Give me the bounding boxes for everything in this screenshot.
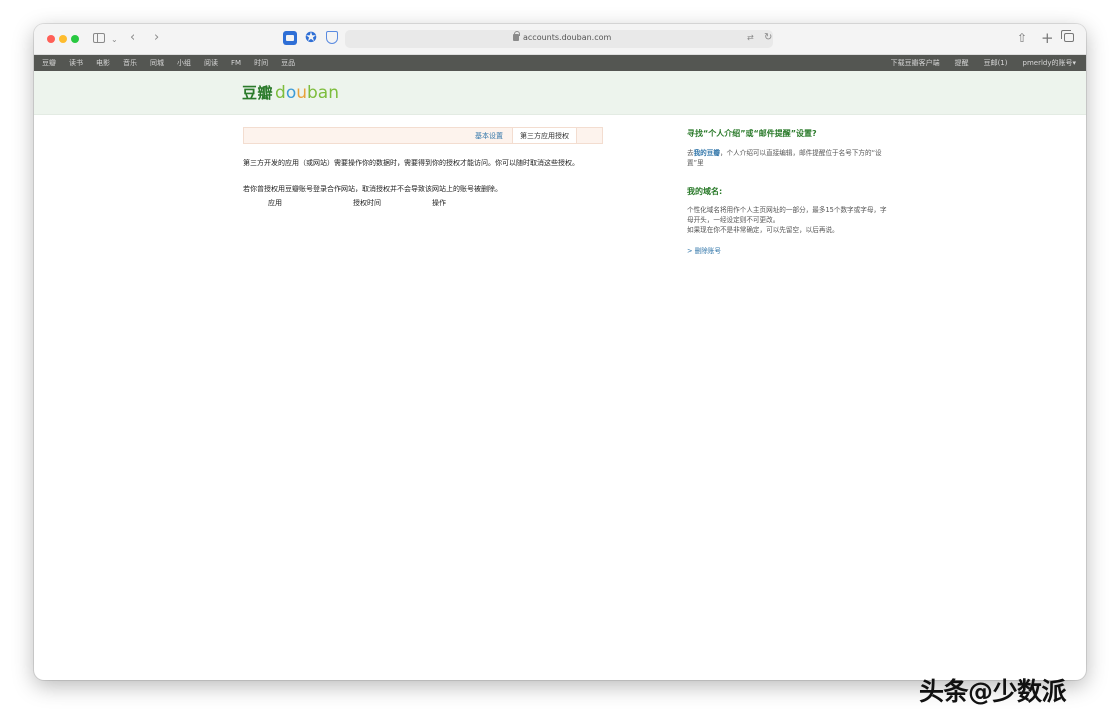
tab-basic-settings[interactable]: 基本设置 xyxy=(475,131,503,141)
sidebar-title-domain: 我的域名: xyxy=(687,187,723,196)
address-bar[interactable]: accounts.douban.com ⇄ ↻ xyxy=(345,30,773,48)
douban-logo[interactable]: 豆瓣 douban xyxy=(242,82,339,103)
sidebar-toggle-icon[interactable] xyxy=(93,33,105,43)
shield-icon[interactable] xyxy=(326,31,338,44)
extension-icon[interactable]: ✪ xyxy=(304,31,318,45)
zoom-window-button[interactable] xyxy=(71,35,79,43)
delete-account-link[interactable]: > 删除账号 xyxy=(687,245,721,255)
site-header: 豆瓣 douban xyxy=(34,71,1086,115)
auth-description: 第三方开发的应用（或网站）需要操作你的数据时，需要得到你的授权才能访问。你可以随… xyxy=(243,159,579,167)
chevron-down-icon[interactable]: ⌄ xyxy=(111,34,118,45)
global-nav: 豆瓣 读书 电影 音乐 同城 小组 阅读 FM 时间 豆品 下载豆瓣客户端 提醒 豆邮(1) pmerl… xyxy=(34,55,1086,71)
minimize-window-button[interactable] xyxy=(59,35,67,43)
column-header-time: 授权时间 xyxy=(353,199,381,207)
close-window-button[interactable] xyxy=(47,35,55,43)
new-tab-icon[interactable]: + xyxy=(1041,29,1054,47)
forward-arrow-icon[interactable]: › xyxy=(154,31,159,44)
translate-icon[interactable]: ⇄ xyxy=(747,33,754,42)
tab-third-party-apps[interactable]: 第三方应用授权 xyxy=(512,128,577,143)
auth-note: 若你曾授权用豆瓣账号登录合作网站，取消授权并不会导致该网站上的账号被删除。 xyxy=(243,185,502,193)
global-nav-right-item[interactable]: 豆邮(1) xyxy=(984,58,1008,68)
logo-en: douban xyxy=(275,83,339,103)
global-nav-item[interactable]: 音乐 xyxy=(123,58,137,68)
tab-overview-icon[interactable] xyxy=(1061,30,1074,42)
browser-toolbar: ⌄ ‹ › ✪ accounts.douban.com ⇄ ↻ ⇧ + xyxy=(34,24,1086,55)
global-nav-item[interactable]: 电影 xyxy=(96,58,110,68)
global-nav-item[interactable]: 读书 xyxy=(69,58,83,68)
sidebar-domain-text: 个性化域名将用作个人主页网址的一部分，最多15个数字或字母，字母开头，一经设定则… xyxy=(687,206,887,234)
my-douban-link[interactable]: 我的豆瓣 xyxy=(694,149,720,157)
column-header-app: 应用 xyxy=(268,199,282,207)
browser-window: ⌄ ‹ › ✪ accounts.douban.com ⇄ ↻ ⇧ + 豆瓣 读书… xyxy=(34,24,1086,680)
global-nav-item[interactable]: 小组 xyxy=(177,58,191,68)
sidebar-profile-text: 去我的豆瓣，个人介绍可以直接编辑，邮件提醒位于名号下方的“设置”里 xyxy=(687,149,882,167)
column-header-action: 操作 xyxy=(432,199,446,207)
settings-tabs: 基本设置 第三方应用授权 xyxy=(243,127,603,144)
back-arrow-icon[interactable]: ‹ xyxy=(130,31,135,44)
share-icon[interactable]: ⇧ xyxy=(1017,31,1027,45)
sidebar-title-profile: 寻找“个人介绍”或“邮件提醒”设置? xyxy=(687,129,817,138)
url-text: accounts.douban.com xyxy=(523,33,612,42)
global-nav-item[interactable]: 时间 xyxy=(254,58,268,68)
logo-cn: 豆瓣 xyxy=(242,84,274,102)
extension-icon[interactable] xyxy=(283,31,297,45)
global-nav-left: 豆瓣 读书 电影 音乐 同城 小组 阅读 FM 时间 豆品 xyxy=(42,55,308,71)
global-nav-right-item[interactable]: 下载豆瓣客户端 xyxy=(891,58,940,68)
global-nav-item[interactable]: 豆瓣 xyxy=(42,58,56,68)
global-nav-right-item[interactable]: pmerldy的账号▾ xyxy=(1023,58,1077,68)
global-nav-item[interactable]: FM xyxy=(231,59,241,67)
lock-icon xyxy=(513,31,520,41)
reload-icon[interactable]: ↻ xyxy=(764,32,772,43)
global-nav-item[interactable]: 豆品 xyxy=(281,58,295,68)
global-nav-item[interactable]: 同城 xyxy=(150,58,164,68)
watermark: 头条@少数派 xyxy=(919,677,1067,706)
global-nav-right: 下载豆瓣客户端 提醒 豆邮(1) pmerldy的账号▾ xyxy=(876,55,1076,71)
global-nav-item[interactable]: 阅读 xyxy=(204,58,218,68)
global-nav-right-item[interactable]: 提醒 xyxy=(955,58,969,68)
